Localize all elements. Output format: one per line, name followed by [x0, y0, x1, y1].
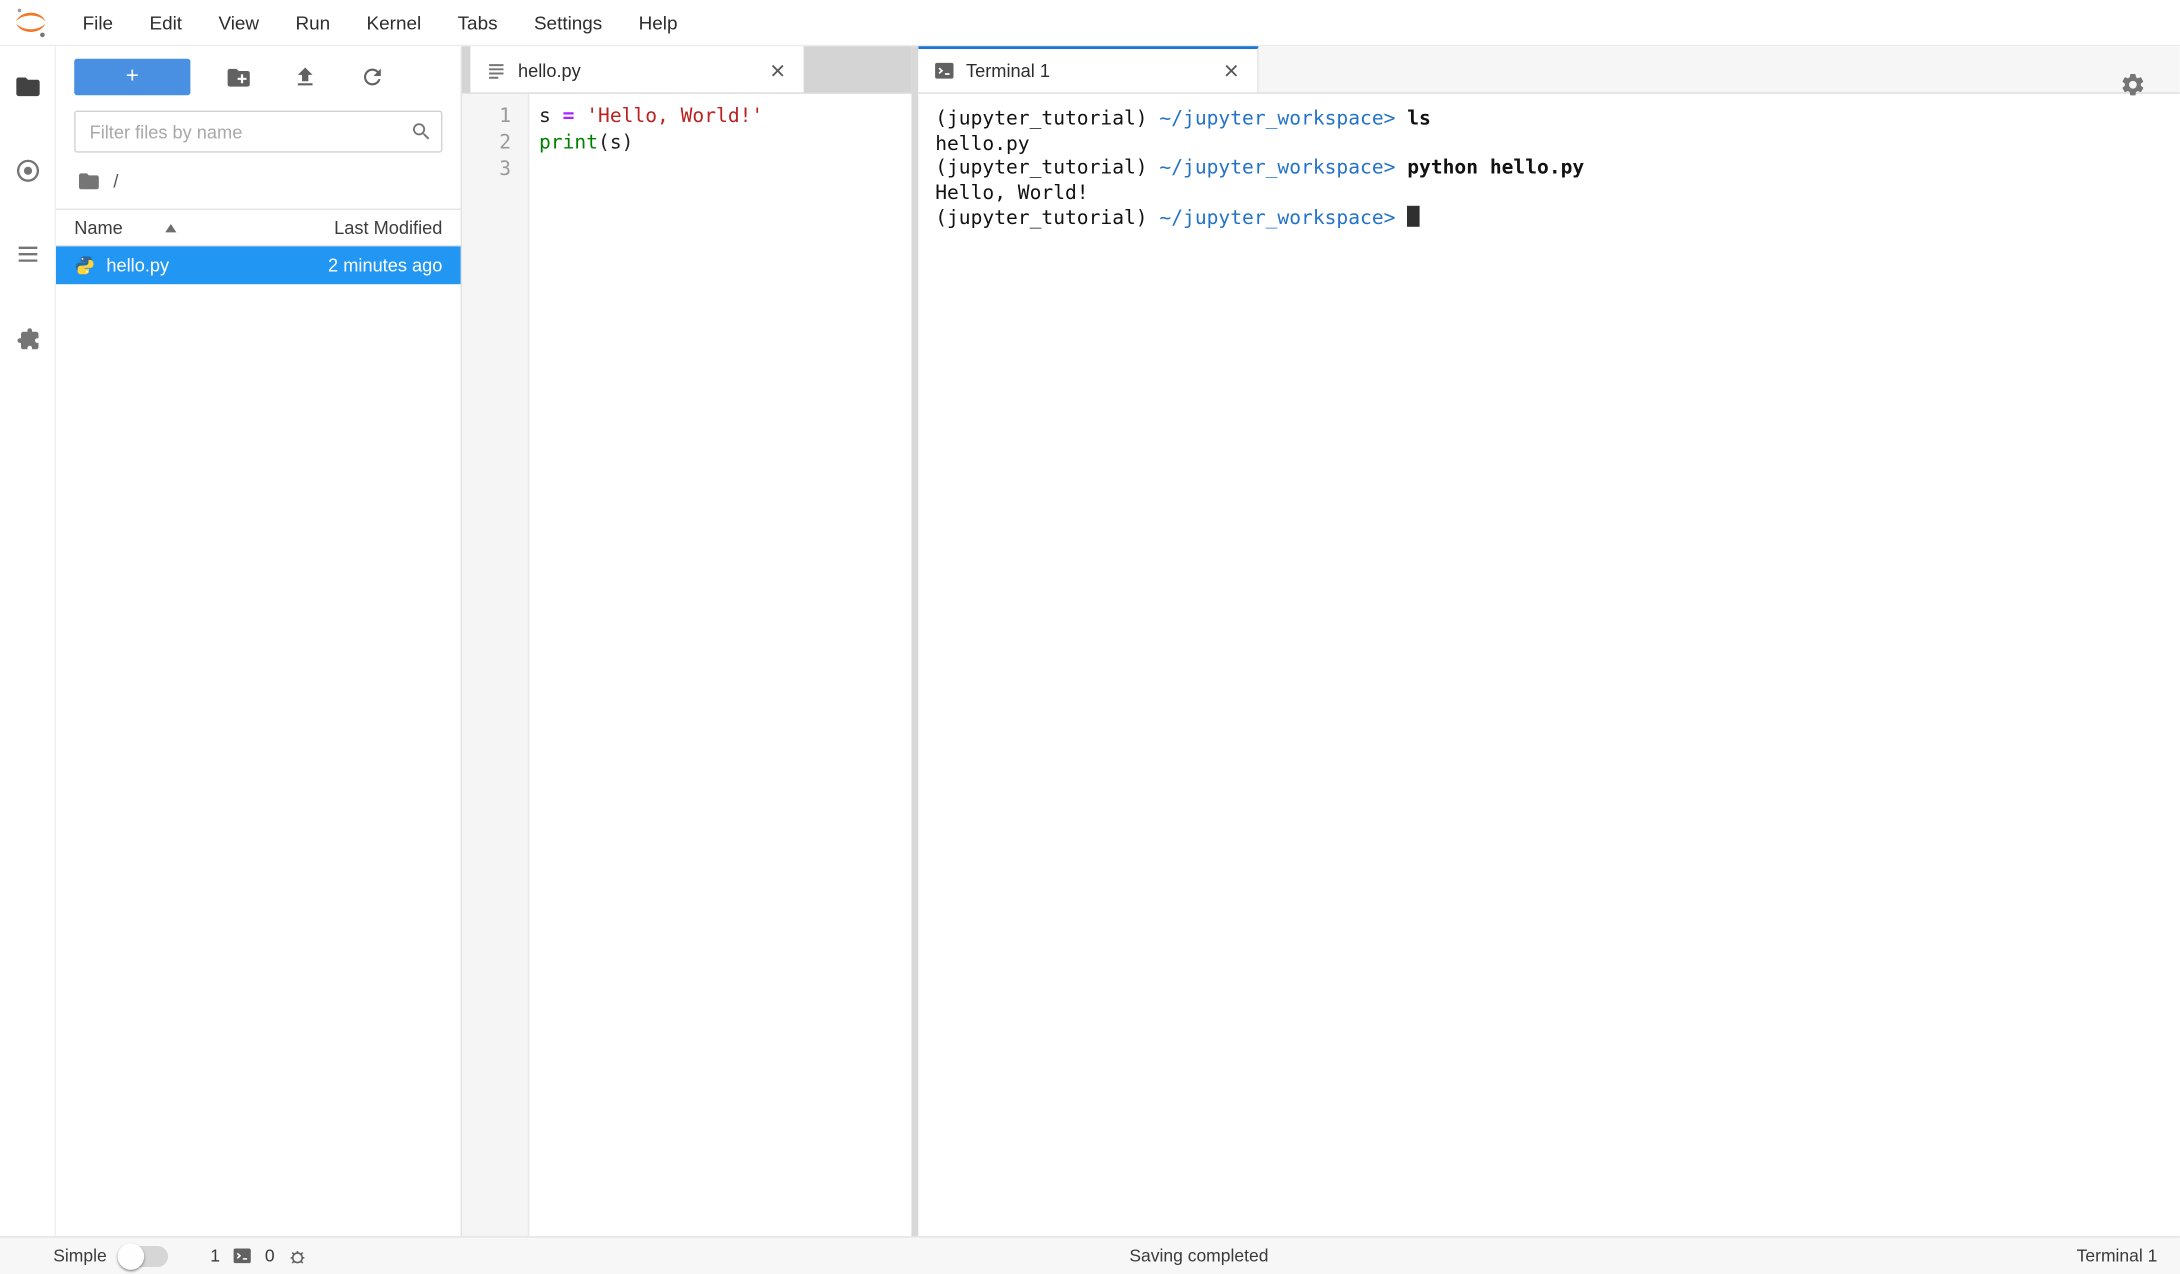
terminals-count: 1 [210, 1246, 220, 1266]
terminal-output[interactable]: (jupyter_tutorial) ~/jupyter_workspace> … [918, 94, 2179, 1236]
menu-tabs[interactable]: Tabs [439, 12, 515, 33]
file-listing: hello.py 2 minutes ago [56, 246, 461, 1236]
close-tab-icon[interactable] [1219, 60, 1241, 82]
kernels-count: 0 [265, 1246, 275, 1266]
line-number: 1 [462, 104, 511, 131]
split-handle[interactable] [911, 46, 918, 1236]
simple-mode-toggle[interactable] [121, 1245, 169, 1266]
terminal-tab-bar: Terminal 1 [918, 46, 2179, 94]
breadcrumb: / [56, 153, 461, 209]
tab-label: hello.py [518, 60, 581, 81]
settings-gear-icon[interactable] [2120, 71, 2147, 102]
line-number: 3 [462, 157, 511, 184]
editor-tab-bar: hello.py [462, 46, 911, 94]
terminal-line: Hello, World! [935, 181, 2168, 206]
kernels-bug-icon [287, 1245, 308, 1266]
file-browser-toolbar: + [56, 46, 461, 98]
terminal-pane: Terminal 1 (jupyter_tutorial) ~/jupyter_… [918, 46, 2179, 1236]
menu-edit[interactable]: Edit [131, 12, 200, 33]
toggle-knob [118, 1243, 145, 1270]
terminal-icon [233, 1246, 253, 1266]
code-content[interactable]: s = 'Hello, World!' print(s) [529, 94, 911, 1236]
editor-pane: hello.py 1 2 3 s = 'Hello, World!' pr [462, 46, 911, 1236]
terminal-line: hello.py [935, 132, 2168, 157]
terminal-icon [934, 60, 955, 81]
new-folder-icon[interactable] [204, 59, 271, 95]
running-sessions-icon[interactable] [12, 155, 43, 186]
table-of-contents-icon[interactable] [12, 239, 43, 270]
main-area: + / [0, 46, 2180, 1236]
code-line: print(s) [539, 130, 911, 157]
extension-manager-icon[interactable] [12, 323, 43, 354]
menu-settings[interactable]: Settings [516, 12, 621, 33]
line-number: 2 [462, 130, 511, 157]
file-row-hello-py[interactable]: hello.py 2 minutes ago [56, 246, 461, 284]
code-line [539, 157, 911, 184]
file-browser-icon[interactable] [12, 71, 43, 102]
breadcrumb-home-folder-icon[interactable] [77, 169, 101, 193]
running-sessions-status[interactable]: 1 0 [210, 1245, 308, 1266]
new-launcher-button[interactable]: + [74, 59, 190, 95]
code-editor[interactable]: 1 2 3 s = 'Hello, World!' print(s) [462, 94, 911, 1236]
filter-files-input[interactable] [74, 111, 442, 153]
app-root: File Edit View Run Kernel Tabs Settings … [0, 0, 2180, 1274]
menu-bar: File Edit View Run Kernel Tabs Settings … [0, 0, 2180, 46]
filter-files-box [74, 111, 442, 153]
status-context: Terminal 1 [2077, 1246, 2158, 1266]
menu-help[interactable]: Help [620, 12, 695, 33]
line-number-gutter: 1 2 3 [462, 94, 529, 1236]
menu-file[interactable]: File [64, 12, 131, 33]
breadcrumb-root[interactable]: / [113, 171, 118, 192]
terminal-line: (jupyter_tutorial) ~/jupyter_workspace> [935, 206, 2168, 232]
python-file-icon [74, 255, 95, 276]
tab-hello-py[interactable]: hello.py [470, 46, 803, 92]
dock-panel: hello.py 1 2 3 s = 'Hello, World!' pr [462, 46, 2180, 1236]
file-name: hello.py [106, 255, 169, 276]
text-file-icon [486, 60, 507, 81]
menu-run[interactable]: Run [277, 12, 348, 33]
file-modified: 2 minutes ago [328, 255, 442, 276]
column-name[interactable]: Name [74, 217, 123, 238]
sort-ascending-caret-icon [165, 223, 176, 231]
code-line: s = 'Hello, World!' [539, 104, 911, 131]
refresh-icon[interactable] [339, 59, 406, 95]
status-message: Saving completed [1129, 1246, 1268, 1266]
file-browser-panel: + / [56, 46, 462, 1236]
menu-view[interactable]: View [200, 12, 277, 33]
status-bar: Simple 1 0 Saving completed Terminal 1 [0, 1236, 2180, 1274]
upload-icon[interactable] [272, 59, 339, 95]
menu-kernel[interactable]: Kernel [348, 12, 439, 33]
activity-bar [0, 46, 56, 1236]
simple-mode-label: Simple [53, 1246, 107, 1266]
tab-terminal-1[interactable]: Terminal 1 [918, 46, 1258, 92]
terminal-line: (jupyter_tutorial) ~/jupyter_workspace> … [935, 157, 2168, 182]
close-tab-icon[interactable] [766, 60, 788, 82]
tab-label: Terminal 1 [966, 60, 1050, 81]
search-icon [410, 120, 432, 149]
terminal-cursor [1407, 206, 1420, 227]
column-last-modified[interactable]: Last Modified [334, 217, 442, 238]
jupyter-logo-icon [14, 6, 48, 40]
terminal-line: (jupyter_tutorial) ~/jupyter_workspace> … [935, 108, 2168, 133]
file-list-header: Name Last Modified [56, 209, 461, 247]
jupyterlab-window: File Edit View Run Kernel Tabs Settings … [0, 0, 2180, 1274]
